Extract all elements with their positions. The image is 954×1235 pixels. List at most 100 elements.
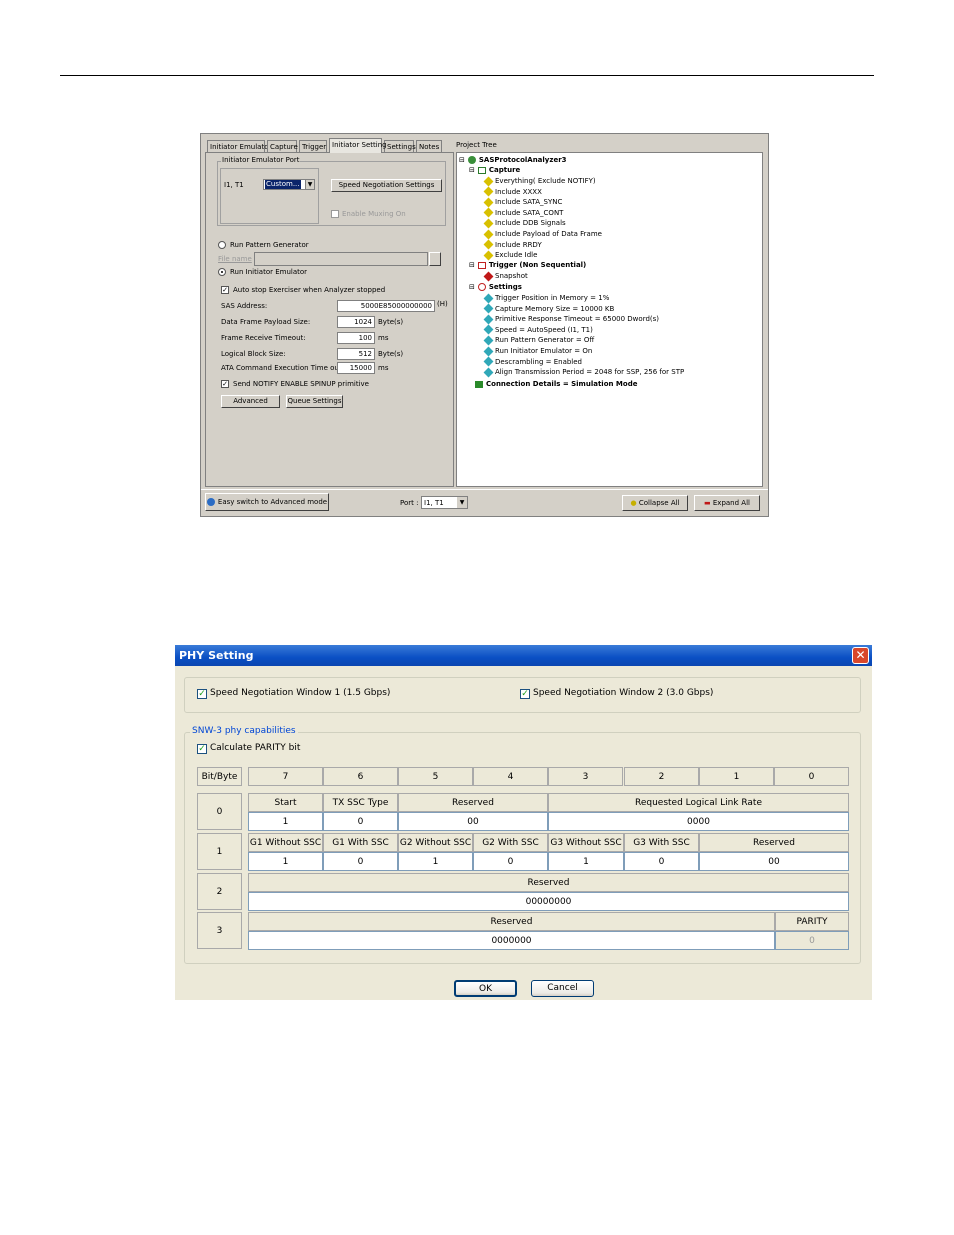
bit-column-header: 3 xyxy=(548,767,623,786)
project-tree-label: Project Tree xyxy=(456,141,497,149)
bit-byte-header: Bit/Byte xyxy=(197,767,242,786)
enable-muxing-label: Enable Muxing On xyxy=(342,210,406,218)
tree-snapshot[interactable]: Snapshot xyxy=(483,271,528,281)
send-notify-checkbox[interactable]: ✓ xyxy=(221,380,229,388)
diamond-icon xyxy=(483,250,494,261)
field-value[interactable]: 00000000 xyxy=(248,892,849,911)
byte-row-label: 3 xyxy=(197,912,242,949)
tab-initiator-setting[interactable]: Initiator Setting xyxy=(329,138,387,153)
field-value[interactable]: 0 xyxy=(323,852,398,871)
tree-setting-item[interactable]: Capture Memory Size = 10000 KB xyxy=(483,303,614,314)
tree-capture[interactable]: ⊟ Capture xyxy=(469,166,520,174)
snw1-label: Speed Negotiation Window 1 (1.5 Gbps) xyxy=(210,688,391,698)
field-label: G2 Without SSC xyxy=(398,833,473,852)
bottom-port-value: I1, T1 xyxy=(424,499,444,507)
tree-setting-item[interactable]: Trigger Position in Memory = 1% xyxy=(483,293,609,303)
field-value[interactable]: 00 xyxy=(699,852,849,871)
tree-settings[interactable]: ⊟ Settings xyxy=(469,283,522,291)
tree-setting-item[interactable]: Primitive Response Timeout = 65000 Dword… xyxy=(483,314,659,325)
tree-capture-item[interactable]: Include SATA_SYNC xyxy=(483,197,562,208)
payload-size-field[interactable]: 1024 xyxy=(337,316,375,328)
tree-capture-item[interactable]: Everything( Exclude NOTIFY) xyxy=(483,176,596,186)
bottom-port-label: Port : xyxy=(400,499,419,507)
parity-value: 0 xyxy=(775,931,849,950)
tree-connection[interactable]: Connection Details = Simulation Mode xyxy=(475,380,637,388)
tree-root[interactable]: ⊟ SASProtocolAnalyzer3 xyxy=(459,156,567,164)
field-value[interactable]: 00 xyxy=(398,812,548,831)
bottom-port-select[interactable]: I1, T1 ▼ xyxy=(421,496,468,509)
diamond-icon xyxy=(483,229,494,239)
field-value[interactable]: 1 xyxy=(398,852,473,871)
field-value[interactable]: 1 xyxy=(248,812,323,831)
sas-address-label: SAS Address: xyxy=(221,302,268,310)
chevron-down-icon: ▼ xyxy=(457,497,467,508)
diamond-icon xyxy=(483,367,494,378)
tree-setting-item[interactable]: Align Transmission Period = 2048 for SSP… xyxy=(483,367,684,378)
expand-all-button[interactable]: ▬ Expand All xyxy=(694,495,760,511)
diamond-icon xyxy=(483,186,494,197)
diamond-icon xyxy=(483,271,494,281)
enable-muxing-checkbox[interactable] xyxy=(331,210,339,218)
bit-column-header: 6 xyxy=(323,767,398,786)
snw1-checkbox[interactable]: ✓ xyxy=(197,689,207,699)
ok-button[interactable]: OK xyxy=(454,980,517,997)
block-size-field[interactable]: 512 xyxy=(337,348,375,360)
browse-button[interactable] xyxy=(429,252,441,266)
snw2-checkbox[interactable]: ✓ xyxy=(520,689,530,699)
tree-setting-item[interactable]: Speed = AutoSpeed (I1, T1) xyxy=(483,324,593,335)
block-size-label: Logical Block Size: xyxy=(221,350,286,358)
field-value[interactable]: 0 xyxy=(624,852,699,871)
sas-address-field[interactable]: 5000E85000000000 xyxy=(337,300,435,312)
initiator-setting-screenshot: Initiator Emulator Capture Trigger Initi… xyxy=(200,133,769,517)
diamond-icon xyxy=(483,176,494,186)
diamond-icon xyxy=(483,303,494,314)
tree-capture-item[interactable]: Include RRDY xyxy=(483,239,542,250)
tree-capture-item[interactable]: Include XXXX xyxy=(483,186,542,197)
globe-icon xyxy=(467,156,476,164)
dialog-title: PHY Setting xyxy=(175,645,872,666)
project-tree: ⊟ SASProtocolAnalyzer3 ⊟ Capture Everythin… xyxy=(456,152,763,487)
capture-icon xyxy=(477,166,486,174)
bit-column-header: 5 xyxy=(398,767,473,786)
frame-timeout-field[interactable]: 100 xyxy=(337,332,375,344)
tree-setting-item[interactable]: Run Initiator Emulator = On xyxy=(483,346,592,356)
port-select[interactable]: Custom... ▼ xyxy=(263,179,315,190)
tree-capture-item[interactable]: Include SATA_CONT xyxy=(483,207,563,218)
diamond-icon xyxy=(483,346,494,356)
calc-parity-checkbox[interactable]: ✓ xyxy=(197,744,207,754)
field-value[interactable]: 1 xyxy=(548,852,624,871)
close-icon[interactable]: ✕ xyxy=(852,647,869,664)
auto-stop-label: Auto stop Exerciser when Analyzer stoppe… xyxy=(233,286,386,294)
tree-capture-item[interactable]: Exclude Idle xyxy=(483,250,537,261)
speed-negotiation-button[interactable]: Speed Negotiation Settings xyxy=(331,179,442,192)
field-value[interactable]: 0 xyxy=(473,852,548,871)
port-subgroup xyxy=(220,168,319,224)
tree-setting-item[interactable]: Descrambling = Enabled xyxy=(483,356,582,367)
filename-input[interactable] xyxy=(254,252,428,266)
block-size-unit: Byte(s) xyxy=(378,350,404,358)
field-value[interactable]: 1 xyxy=(248,852,323,871)
collapse-all-button[interactable]: ● Collapse All xyxy=(622,495,688,511)
globe-icon xyxy=(206,498,215,506)
easy-switch-button[interactable]: Easy switch to Advanced mode xyxy=(205,493,329,511)
field-value[interactable]: 0 xyxy=(323,812,398,831)
field-label: Reserved xyxy=(248,912,775,931)
tree-capture-item[interactable]: Include DDB Signals xyxy=(483,218,566,229)
run-pattern-generator-radio[interactable] xyxy=(218,241,226,249)
minus-icon: ▬ xyxy=(704,499,711,507)
auto-stop-checkbox[interactable]: ✓ xyxy=(221,286,229,294)
ata-timeout-field[interactable]: 15000 xyxy=(337,362,375,374)
cancel-button[interactable]: Cancel xyxy=(531,980,594,997)
advanced-button[interactable]: Advanced xyxy=(221,395,280,408)
queue-settings-button[interactable]: Queue Settings xyxy=(286,395,343,408)
field-value[interactable]: 0000000 xyxy=(248,931,775,950)
bit-column-header: 2 xyxy=(624,767,699,786)
diamond-icon xyxy=(483,314,494,325)
bit-column-header: 0 xyxy=(774,767,849,786)
tree-setting-item[interactable]: Run Pattern Generator = Off xyxy=(483,335,594,346)
diamond-icon xyxy=(483,356,494,367)
tree-trigger[interactable]: ⊟ Trigger (Non Sequential) xyxy=(469,261,586,269)
tree-capture-item[interactable]: Include Payload of Data Frame xyxy=(483,229,602,239)
field-value[interactable]: 0000 xyxy=(548,812,849,831)
run-initiator-emulator-radio[interactable] xyxy=(218,268,226,276)
